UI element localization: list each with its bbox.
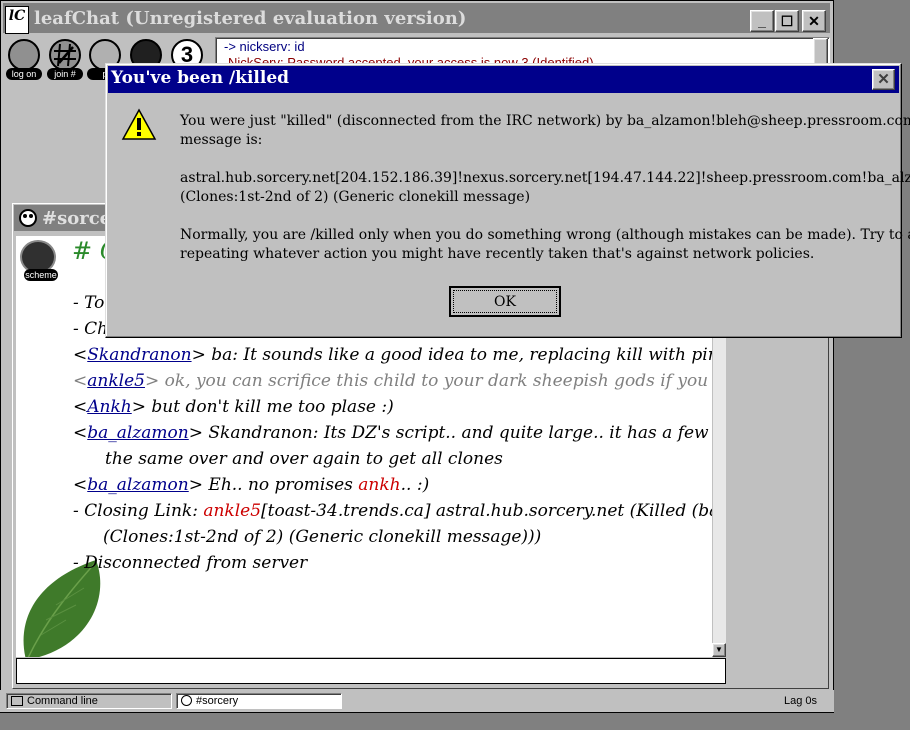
app-title: leafChat (Unregistered evaluation versio… [34, 8, 467, 29]
dialog-message: You were just "killed" (disconnected fro… [180, 113, 910, 129]
chat-line: - Closing Link: ankle5[toast-34.trends.c… [73, 501, 712, 521]
ok-button-label: OK [453, 290, 557, 313]
chat-line: - Disconnected from server [73, 553, 308, 573]
bracket: < [73, 371, 88, 391]
message-text: [toast-34.trends.ca] astral.hub.sorcery.… [261, 501, 712, 521]
channel-tab-label: #sorcery [196, 695, 239, 707]
bracket: > [188, 475, 203, 495]
app-logo-icon[interactable]: lC [5, 6, 29, 34]
warning-icon [121, 108, 157, 142]
logon-icon [8, 39, 40, 71]
bracket: < [73, 475, 88, 495]
command-line-label: Command line [27, 695, 98, 707]
bracket: < [73, 423, 88, 443]
highlighted-nick[interactable]: ankh [358, 475, 400, 495]
command-line-tab[interactable]: Command line [6, 693, 172, 709]
kill-reason: (Clones:1st-2nd of 2) (Generic clonekill… [180, 189, 531, 205]
message-text: Eh.. no promises [203, 475, 359, 495]
lag-indicator: Lag 0s [784, 695, 818, 707]
chat-line: - To [73, 293, 105, 313]
logon-label: log on [6, 68, 42, 80]
chat-line: <Ankh> but don't kill me too plase :) [73, 397, 394, 417]
message-text: ba: It sounds like a good idea to me, re… [205, 345, 712, 365]
nick-link[interactable]: ankle5 [87, 371, 145, 391]
close-button[interactable]: ✕ [802, 10, 826, 32]
minimize-button[interactable]: _ [750, 10, 774, 32]
kill-reason: astral.hub.sorcery.net[204.152.186.39]!n… [180, 170, 910, 186]
bracket: < [73, 345, 88, 365]
leaf-decoration [16, 560, 106, 657]
nick-link[interactable]: Skandranon [87, 345, 191, 365]
chat-line: <ba_alzamon> Skandranon: Its DZ's script… [73, 423, 712, 443]
dialog-message: message is: [180, 132, 263, 148]
bracket: > [188, 423, 203, 443]
join-icon [49, 39, 81, 71]
maximize-button[interactable]: ☐ [775, 10, 799, 32]
chat-line: <ankle5> ok, you can scrifice this child… [73, 371, 712, 391]
chat-line-continuation: the same over and over again to get all … [105, 449, 503, 469]
message-text: but don't kill me too plase :) [145, 397, 394, 417]
message-text: - Closing Link: [73, 501, 204, 521]
scheme-button[interactable]: scheme [18, 240, 60, 282]
nick-link[interactable]: ba_alzamon [87, 475, 189, 495]
scheme-label: scheme [24, 269, 58, 281]
chat-line-continuation: (Clones:1st-2nd of 2) (Generic clonekill… [103, 527, 542, 547]
bracket: > [191, 345, 206, 365]
nick-link[interactable]: Ankh [87, 397, 131, 417]
message-text: Skandranon: Its DZ's script.. and quite … [208, 423, 712, 443]
chat-line: <Skandranon> ba: It sounds like a good i… [73, 345, 712, 365]
command-line-icon [11, 696, 23, 706]
dialog-close-button[interactable]: ✕ [872, 69, 895, 90]
scroll-down-arrow-icon[interactable]: ▼ [712, 643, 726, 657]
nick-link[interactable]: ba_alzamon [87, 423, 189, 443]
desktop-strip [0, 713, 910, 730]
ok-button[interactable]: OK [449, 286, 561, 317]
logon-button[interactable]: log on [5, 37, 43, 81]
channel-tab[interactable]: #sorcery [176, 693, 342, 709]
bracket: > [131, 397, 146, 417]
dialog-advice: repeating whatever action you might have… [180, 246, 815, 262]
channel-icon [18, 208, 38, 228]
bracket: < [73, 397, 88, 417]
join-channel-button[interactable]: join # [46, 37, 84, 81]
dialog-title: You've been /killed [111, 68, 290, 88]
channel-tab-icon [181, 695, 192, 706]
chat-line: <ba_alzamon> Eh.. no promises ankh.. :) [73, 475, 429, 495]
bracket: > [144, 371, 160, 391]
message-text: .. :) [400, 475, 430, 495]
dialog-advice: Normally, you are /killed only when you … [180, 227, 910, 243]
message-input[interactable] [16, 658, 726, 684]
chat-line: - Ch [73, 319, 109, 339]
join-label: join # [47, 68, 83, 80]
message-text: ok, you can scrifice this child to your … [164, 371, 712, 391]
highlighted-nick[interactable]: ankle5 [203, 501, 261, 521]
server-line: -> nickserv: id [224, 39, 305, 54]
